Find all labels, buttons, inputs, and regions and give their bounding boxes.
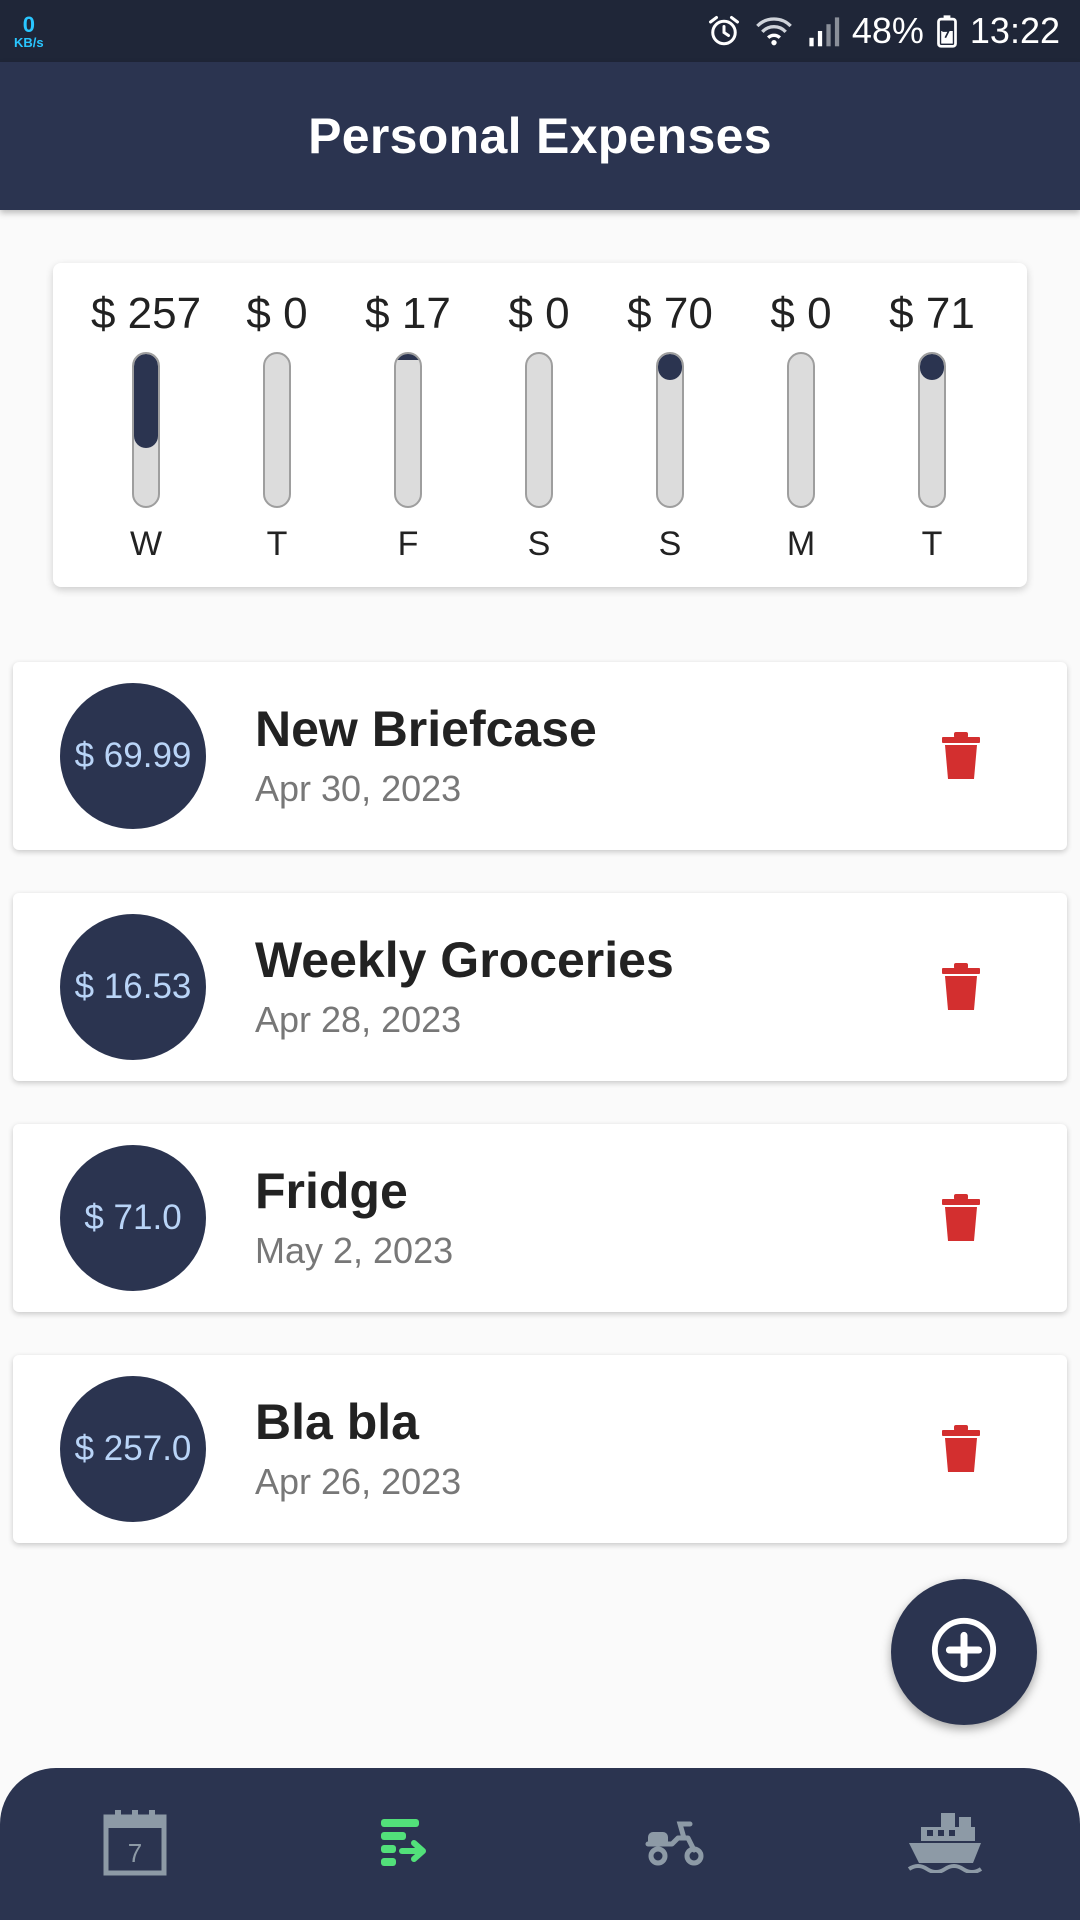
- nav-item-ship[interactable]: [810, 1768, 1080, 1920]
- chart-bar-2: $ 17 F: [338, 263, 478, 587]
- expense-title: Fridge: [255, 1163, 408, 1219]
- network-speed: 0 KB/s: [14, 11, 44, 50]
- expense-date: Apr 30, 2023: [255, 768, 462, 809]
- delete-expense-button[interactable]: [935, 1192, 987, 1248]
- chart-bar-4: $ 70 S: [600, 263, 740, 587]
- scooter-icon: [644, 1818, 706, 1871]
- trash-icon: [941, 731, 981, 786]
- chart-bar-track: [787, 352, 815, 508]
- expense-amount-badge: $ 257.0: [60, 1376, 206, 1522]
- nav-item-calendar[interactable]: 7: [0, 1768, 270, 1920]
- chart-bar-track: [525, 352, 553, 508]
- chart-bar-6: $ 71 T: [862, 263, 1002, 587]
- chart-bar-1: $ 0 T: [207, 263, 347, 587]
- chart-bar-amount: $ 70: [627, 289, 713, 338]
- chart-bar-day-label: T: [266, 525, 288, 563]
- add-circle-icon: [929, 1615, 999, 1690]
- expense-title: Bla bla: [255, 1394, 419, 1450]
- expense-date: Apr 26, 2023: [255, 1461, 462, 1502]
- chart-bar-0: $ 257 W: [76, 263, 216, 587]
- status-icons: 48% 13:22: [706, 10, 1060, 52]
- chart-bar-fill: [396, 354, 420, 360]
- network-speed-value: 0: [22, 11, 35, 37]
- delete-expense-button[interactable]: [935, 1423, 987, 1479]
- chart-bar-amount: $ 71: [889, 289, 975, 338]
- expense-date: Apr 28, 2023: [255, 999, 462, 1040]
- chart-bar-day-label: S: [527, 525, 551, 563]
- expense-amount-badge: $ 71.0: [60, 1145, 206, 1291]
- chart-bar-day-label: F: [397, 525, 419, 563]
- chart-bar-day-label: W: [129, 525, 163, 563]
- expense-amount-badge: $ 16.53: [60, 914, 206, 1060]
- ship-icon: [907, 1811, 983, 1878]
- clock: 13:22: [969, 10, 1060, 51]
- expense-title: Weekly Groceries: [255, 932, 674, 988]
- calendar-day-number: 7: [128, 1838, 142, 1868]
- delete-expense-button[interactable]: [935, 730, 987, 786]
- chart-bar-amount: $ 17: [365, 289, 451, 338]
- expense-amount: $ 257.0: [74, 1429, 192, 1468]
- expense-date: May 2, 2023: [255, 1230, 454, 1271]
- add-expense-button[interactable]: [891, 1579, 1037, 1725]
- expense-amount: $ 16.53: [74, 967, 192, 1006]
- chart-bar-5: $ 0 M: [731, 263, 871, 587]
- trash-icon: [941, 1424, 981, 1479]
- status-bar: 0 KB/s 48% 13:22: [0, 0, 1080, 62]
- chart-bar-amount: $ 0: [508, 289, 570, 338]
- expense-card: $ 69.99 New Briefcase Apr 30, 2023: [13, 662, 1067, 850]
- chart-bar-fill: [920, 354, 944, 380]
- battery-icon: [936, 14, 958, 48]
- weekly-chart-card: $ 257 W $ 0 T $ 17 F $ 0 S $ 70 S $ 0 M $ 71 T: [53, 263, 1027, 587]
- chart-bar-track: [656, 352, 684, 508]
- chart-bar-amount: $ 0: [770, 289, 832, 338]
- expense-list-icon: [380, 1817, 430, 1872]
- nav-item-scooter[interactable]: [540, 1768, 810, 1920]
- chart-bar-fill: [658, 354, 682, 380]
- chart-bar-track: [132, 352, 160, 508]
- chart-bar-track: [394, 352, 422, 508]
- expense-card: $ 71.0 Fridge May 2, 2023: [13, 1124, 1067, 1312]
- bottom-navigation: 7: [0, 1768, 1080, 1920]
- expense-title: New Briefcase: [255, 701, 597, 757]
- chart-bar-amount: $ 257: [90, 289, 202, 338]
- chart-bar-track: [918, 352, 946, 508]
- chart-bar-track: [263, 352, 291, 508]
- app-bar: Personal Expenses: [0, 62, 1080, 210]
- alarm-icon: [706, 13, 742, 49]
- delete-expense-button[interactable]: [935, 961, 987, 1017]
- wifi-icon: [754, 13, 794, 49]
- signal-icon: [806, 14, 840, 48]
- trash-icon: [941, 962, 981, 1017]
- chart-bar-fill: [134, 354, 158, 448]
- nav-item-expenses[interactable]: [270, 1768, 540, 1920]
- chart-bar-amount: $ 0: [246, 289, 308, 338]
- chart-bar-3: $ 0 S: [469, 263, 609, 587]
- expense-amount: $ 71.0: [84, 1198, 182, 1237]
- battery-percent: 48%: [851, 10, 924, 51]
- network-speed-unit: KB/s: [14, 34, 44, 50]
- expense-card: $ 16.53 Weekly Groceries Apr 28, 2023: [13, 893, 1067, 1081]
- trash-icon: [941, 1193, 981, 1248]
- chart-bar-day-label: T: [921, 525, 943, 563]
- page-title: Personal Expenses: [308, 108, 772, 164]
- expense-card: $ 257.0 Bla bla Apr 26, 2023: [13, 1355, 1067, 1543]
- calendar-icon: 7: [102, 1807, 168, 1882]
- chart-bar-day-label: S: [658, 525, 682, 563]
- expense-amount: $ 69.99: [74, 736, 192, 775]
- expense-amount-badge: $ 69.99: [60, 683, 206, 829]
- chart-bar-day-label: M: [786, 525, 816, 563]
